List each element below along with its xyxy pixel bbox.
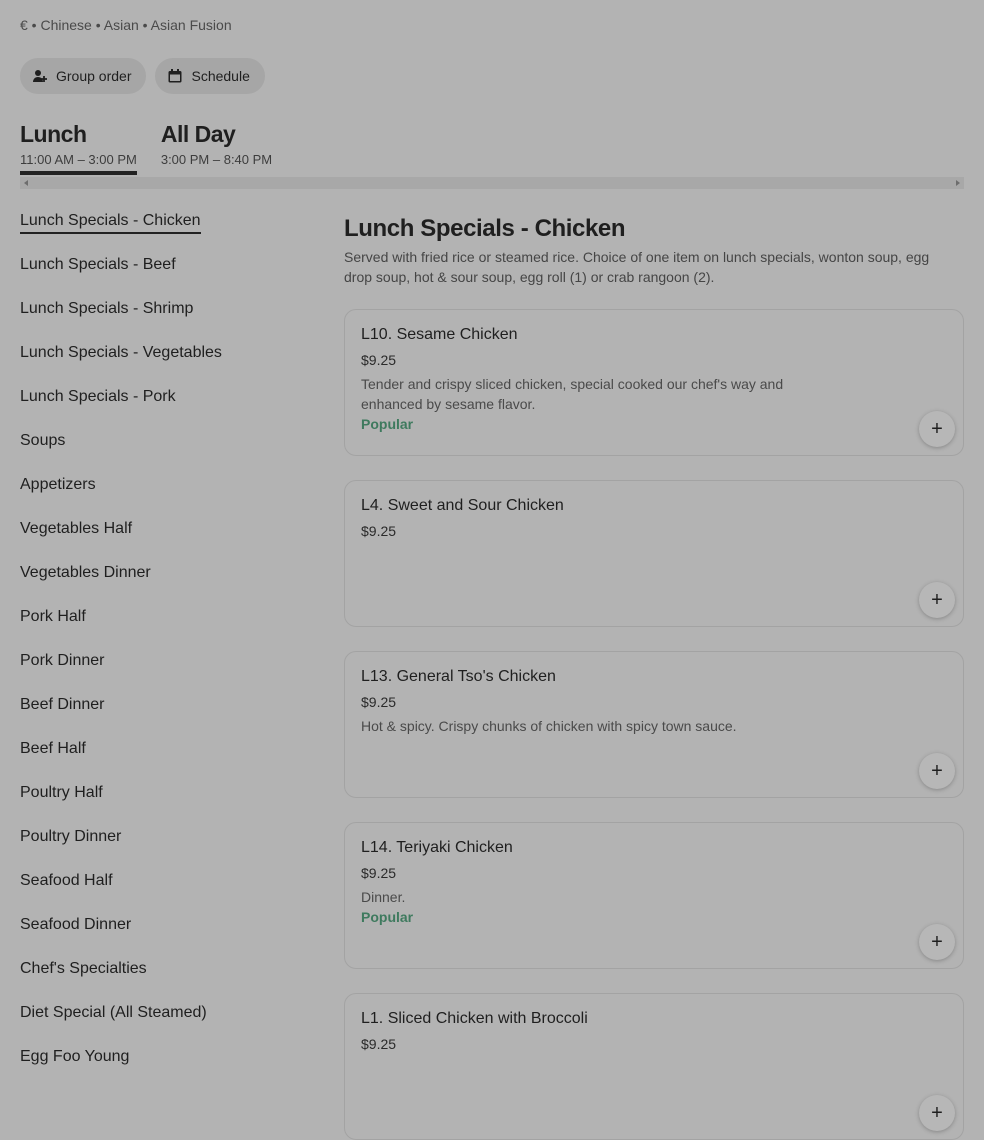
schedule-button[interactable]: Schedule — [155, 58, 265, 94]
item-title: L10. Sesame Chicken — [361, 326, 518, 343]
action-buttons: Group order Schedule — [20, 58, 265, 94]
sidebar-category[interactable]: Beef Dinner — [20, 696, 320, 740]
sidebar-category[interactable]: Diet Special (All Steamed) — [20, 1004, 320, 1048]
add-item-button[interactable]: + — [919, 1095, 955, 1131]
sidebar-category[interactable]: Lunch Specials - Pork — [20, 388, 320, 432]
item-price: $9.25 — [361, 865, 397, 881]
menu-tabs: Lunch 11:00 AM – 3:00 PM All Day 3:00 PM… — [20, 120, 272, 175]
item-description: Dinner. — [361, 889, 406, 905]
store-meta: € • Chinese • Asian • Asian Fusion — [20, 17, 232, 33]
sidebar-category-label: Lunch Specials - Pork — [20, 388, 176, 405]
item-price: $9.25 — [361, 352, 397, 368]
item-price: $9.25 — [361, 1036, 397, 1052]
menu-hours: 3:00 PM – 8:40 PM — [160, 152, 273, 167]
sidebar-category[interactable]: Lunch Specials - Shrimp — [20, 300, 320, 344]
plus-icon: + — [931, 417, 943, 440]
menu-item-card[interactable]: L13. General Tso's Chicken $9.25 Hot & spi… — [344, 651, 964, 798]
sidebar-category[interactable]: Lunch Specials - Beef — [20, 256, 320, 300]
section-description: Served with fried rice or steamed rice. … — [344, 249, 930, 285]
horizontal-scrollbar[interactable] — [20, 177, 964, 189]
item-description: Hot & spicy. Crispy chunks of chicken wi… — [361, 718, 737, 734]
sidebar-category-label: Lunch Specials - Chicken — [20, 212, 201, 234]
sidebar-category-label: Lunch Specials - Vegetables — [20, 344, 222, 361]
person-add-icon — [32, 68, 48, 84]
item-description: Tender and crispy sliced chicken, specia… — [361, 376, 784, 412]
add-item-button[interactable]: + — [919, 924, 955, 960]
sidebar-category[interactable]: Seafood Dinner — [20, 916, 320, 960]
schedule-label: Schedule — [191, 68, 250, 84]
sidebar-category-label: Diet Special (All Steamed) — [20, 1004, 207, 1021]
sidebar-category-label: Lunch Specials - Beef — [20, 256, 176, 273]
item-title: L4. Sweet and Sour Chicken — [361, 497, 564, 514]
scroll-left-icon[interactable] — [24, 180, 28, 186]
item-title: L1. Sliced Chicken with Broccoli — [361, 1010, 588, 1027]
menu-item-card[interactable]: L10. Sesame Chicken $9.25 Tender and crisp… — [344, 309, 964, 456]
sidebar-category-label: Beef Dinner — [20, 696, 105, 713]
sidebar-category[interactable]: Vegetables Half — [20, 520, 320, 564]
tab-lunch[interactable]: Lunch 11:00 AM – 3:00 PM — [20, 120, 137, 175]
item-price: $9.25 — [361, 694, 397, 710]
sidebar-category-label: Seafood Half — [20, 872, 113, 889]
popular-badge: Popular — [361, 909, 414, 925]
item-title: L13. General Tso's Chicken — [361, 668, 556, 685]
plus-icon: + — [931, 1101, 943, 1124]
sidebar-category[interactable]: Seafood Half — [20, 872, 320, 916]
calendar-icon — [167, 68, 183, 84]
sidebar-category[interactable]: Pork Dinner — [20, 652, 320, 696]
sidebar-category[interactable]: Chef's Specialties — [20, 960, 320, 1004]
sidebar-category[interactable]: Vegetables Dinner — [20, 564, 320, 608]
sidebar-category-label: Chef's Specialties — [20, 960, 147, 977]
sidebar-category-label: Lunch Specials - Shrimp — [20, 300, 194, 317]
group-order-label: Group order — [56, 68, 132, 84]
menu-item-card[interactable]: L4. Sweet and Sour Chicken $9.25 + — [344, 480, 964, 627]
menu-name: Lunch — [20, 121, 87, 147]
sidebar-category[interactable]: Lunch Specials - Vegetables — [20, 344, 320, 388]
sidebar-category[interactable]: Appetizers — [20, 476, 320, 520]
sidebar-category-label: Poultry Dinner — [20, 828, 122, 845]
sidebar-category[interactable]: Poultry Half — [20, 784, 320, 828]
sidebar-category[interactable]: Lunch Specials - Chicken — [20, 212, 320, 256]
sidebar-category-label: Beef Half — [20, 740, 86, 757]
sidebar-category-label: Seafood Dinner — [20, 916, 132, 933]
sidebar-category[interactable]: Soups — [20, 432, 320, 476]
add-item-button[interactable]: + — [919, 582, 955, 618]
plus-icon: + — [931, 588, 943, 611]
sidebar-category[interactable]: Beef Half — [20, 740, 320, 784]
scroll-right-icon[interactable] — [956, 180, 960, 186]
section-title: Lunch Specials - Chicken — [344, 215, 626, 242]
menu-item-card[interactable]: L1. Sliced Chicken with Broccoli $9.25 + — [344, 993, 964, 1140]
menu-hours: 11:00 AM – 3:00 PM — [20, 152, 137, 167]
add-item-button[interactable]: + — [919, 411, 955, 447]
tab-all-day[interactable]: All Day 3:00 PM – 8:40 PM — [161, 120, 272, 175]
sidebar-category-label: Vegetables Half — [20, 520, 133, 537]
sidebar-category[interactable]: Egg Foo Young — [20, 1048, 320, 1092]
category-sidebar: Lunch Specials - Chicken Lunch Specials -… — [20, 212, 320, 1092]
add-item-button[interactable]: + — [919, 753, 955, 789]
sidebar-category-label: Egg Foo Young — [20, 1048, 130, 1065]
sidebar-category-label: Pork Dinner — [20, 652, 105, 669]
plus-icon: + — [931, 930, 943, 953]
sidebar-category[interactable]: Poultry Dinner — [20, 828, 320, 872]
sidebar-category-label: Vegetables Dinner — [20, 564, 151, 581]
menu-item-card[interactable]: L14. Teriyaki Chicken $9.25 Dinner. Popular… — [344, 822, 964, 969]
item-title: L14. Teriyaki Chicken — [361, 839, 513, 856]
sidebar-category-label: Appetizers — [20, 476, 96, 493]
sidebar-category-label: Poultry Half — [20, 784, 103, 801]
menu-name: All Day — [160, 121, 236, 147]
sidebar-category-label: Soups — [20, 432, 66, 449]
popular-badge: Popular — [361, 416, 414, 432]
plus-icon: + — [931, 759, 943, 782]
sidebar-category-label: Pork Half — [20, 608, 86, 625]
group-order-button[interactable]: Group order — [20, 58, 147, 94]
sidebar-category[interactable]: Pork Half — [20, 608, 320, 652]
item-price: $9.25 — [361, 523, 397, 539]
